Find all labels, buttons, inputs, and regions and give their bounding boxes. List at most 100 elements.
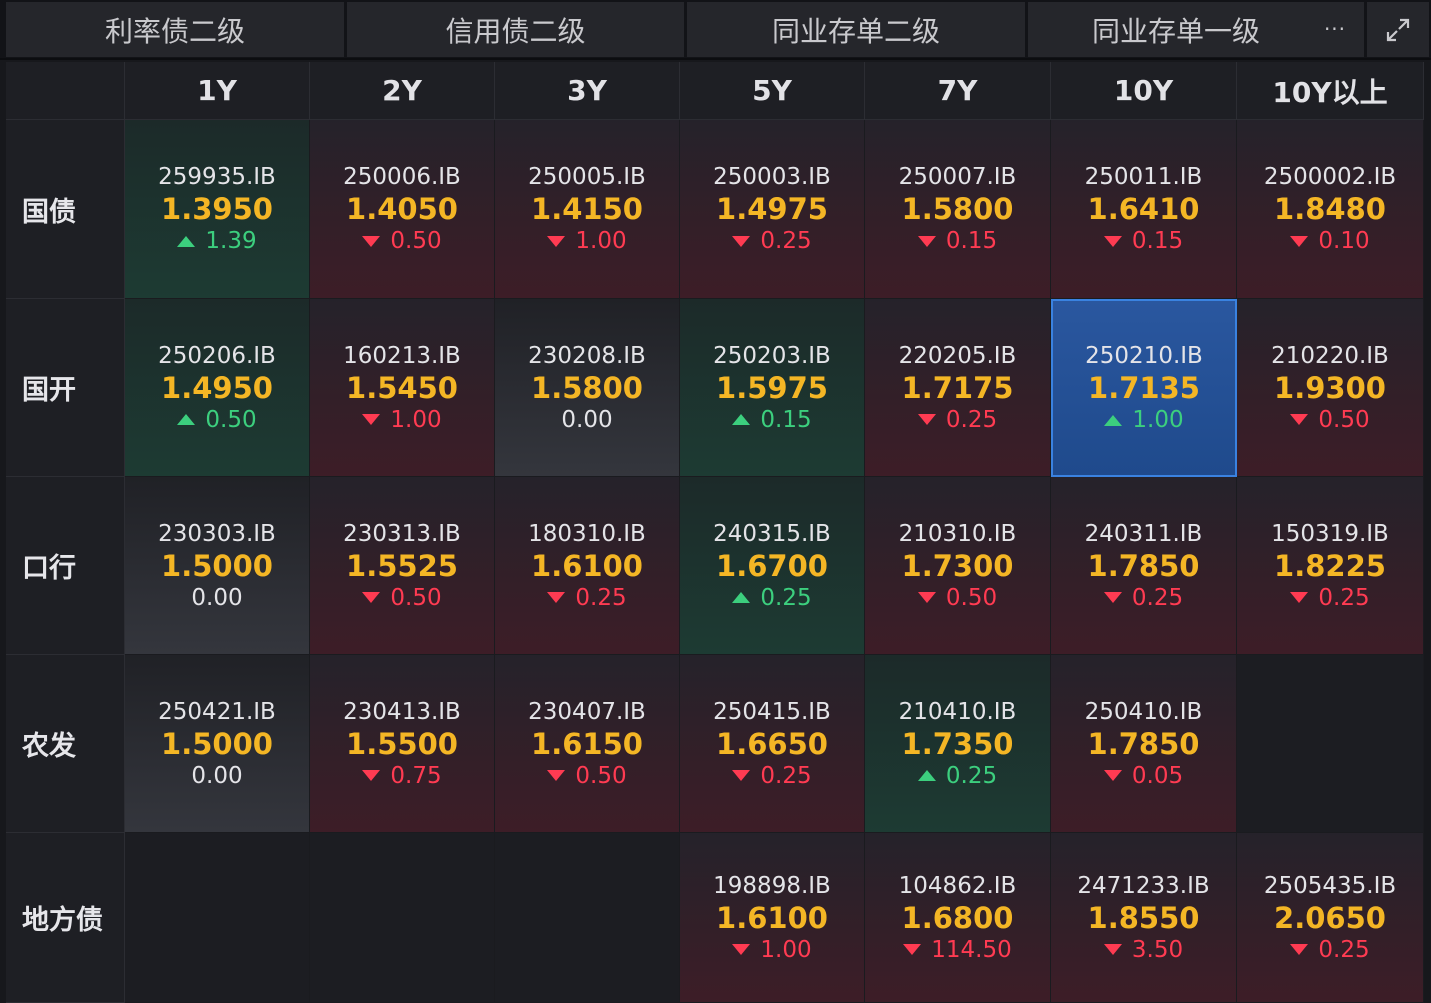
change-amount: 114.50: [931, 936, 1012, 963]
bond-cell[interactable]: 2505435.IB 2.0650 0.25: [1237, 833, 1424, 1003]
change-value: 1.00: [1104, 405, 1184, 435]
change-value: 0.15: [917, 226, 997, 256]
down-triangle-icon: [1103, 592, 1122, 603]
bond-cell[interactable]: 230208.IB 1.5800 0.00: [495, 299, 680, 477]
bond-cell[interactable]: 250206.IB 1.4950 0.50: [125, 299, 310, 477]
down-triangle-icon: [362, 592, 381, 603]
bond-code: 2471233.IB: [1077, 872, 1210, 899]
tab-rate-bond-secondary[interactable]: 利率债二级: [6, 2, 344, 57]
expand-button[interactable]: [1367, 2, 1429, 57]
bond-cell[interactable]: 240311.IB 1.7850 0.25: [1051, 477, 1237, 655]
bond-cell[interactable]: 180310.IB 1.6100 0.25: [495, 477, 680, 655]
bond-cell[interactable]: 250007.IB 1.5800 0.15: [865, 120, 1051, 299]
bond-cell[interactable]: 160213.IB 1.5450 1.00: [310, 299, 495, 477]
yield-value: 1.9300: [1274, 370, 1386, 405]
change-amount: 0.50: [575, 762, 627, 789]
down-triangle-icon: [547, 235, 566, 247]
column-header: 1Y: [125, 62, 310, 120]
bond-cell[interactable]: 250210.IB 1.7135 1.00: [1051, 299, 1237, 477]
bond-cell[interactable]: 250005.IB 1.4150 1.00: [495, 120, 680, 299]
bond-cell[interactable]: 210310.IB 1.7300 0.50: [865, 477, 1051, 655]
bond-cell[interactable]: 230407.IB 1.6150 0.50: [495, 655, 680, 833]
down-triangle-icon: [917, 414, 936, 425]
change-value: 114.50: [903, 935, 1012, 965]
down-triangle-icon: [547, 592, 566, 603]
yield-value: 1.8225: [1274, 548, 1386, 583]
bond-cell[interactable]: 250421.IB 1.5000 0.00: [125, 655, 310, 833]
yield-value: 1.6800: [901, 900, 1014, 935]
down-triangle-icon: [362, 770, 381, 781]
tab-bar: 利率债二级 信用债二级 同业存单二级 同业存单一级 ···: [0, 0, 1431, 60]
bond-code: 259935.IB: [158, 164, 276, 190]
bond-cell[interactable]: 230303.IB 1.5000 0.00: [125, 477, 310, 655]
change-value: 0.50: [1290, 405, 1370, 435]
bond-cell[interactable]: 150319.IB 1.8225 0.25: [1237, 477, 1424, 655]
bond-code: 160213.IB: [343, 342, 461, 369]
bond-cell[interactable]: 2500002.IB 1.8480 0.10: [1237, 120, 1424, 299]
tab-ncd-secondary[interactable]: 同业存单二级: [687, 2, 1025, 57]
column-header: 10Y: [1051, 62, 1237, 120]
down-triangle-icon: [917, 235, 936, 247]
change-amount: 1.00: [390, 406, 442, 433]
bond-cell[interactable]: 250415.IB 1.6650 0.25: [680, 655, 865, 833]
bond-code: 230303.IB: [158, 520, 276, 547]
bond-cell[interactable]: 220205.IB 1.7175 0.25: [865, 299, 1051, 477]
change-value: 0.50: [177, 405, 257, 435]
bond-cell[interactable]: 230313.IB 1.5525 0.50: [310, 477, 495, 655]
change-amount: 0.25: [1131, 584, 1184, 611]
change-amount: 0.25: [760, 762, 812, 789]
yield-value: 1.5800: [531, 370, 643, 405]
yield-value: 1.6700: [716, 548, 828, 583]
tab-ncd-primary[interactable]: 同业存单一级: [1028, 2, 1364, 57]
bond-cell[interactable]: 230413.IB 1.5500 0.75: [310, 655, 495, 833]
change-value: 0.25: [1103, 583, 1184, 613]
more-icon[interactable]: ···: [1322, 16, 1348, 42]
yield-value: 1.4950: [161, 370, 273, 405]
yield-value: 1.5525: [346, 548, 458, 583]
bond-cell[interactable]: 250003.IB 1.4975 0.25: [680, 120, 865, 299]
bond-code: 250421.IB: [158, 698, 276, 725]
bond-cell[interactable]: 2471233.IB 1.8550 3.50: [1051, 833, 1237, 1003]
change-amount: 0.00: [191, 584, 243, 611]
up-triangle-icon: [1104, 414, 1123, 426]
tab-credit-bond-secondary[interactable]: 信用债二级: [347, 2, 684, 57]
row-label: 农发: [6, 655, 125, 833]
bond-code: 104862.IB: [898, 872, 1017, 899]
change-amount: 0.25: [1318, 936, 1370, 963]
bond-cell[interactable]: 104862.IB 1.6800 114.50: [865, 833, 1051, 1003]
bond-code: 250210.IB: [1085, 343, 1203, 369]
change-value: 0.25: [732, 583, 812, 613]
change-amount: 0.50: [390, 228, 442, 254]
change-amount: 0.25: [945, 762, 998, 789]
row-label: 口行: [6, 477, 125, 655]
up-triangle-icon: [917, 770, 936, 781]
bond-code: 250007.IB: [898, 164, 1017, 190]
change-value: 0.50: [362, 226, 442, 256]
change-amount: 0.75: [390, 762, 442, 789]
bond-code: 250410.IB: [1084, 698, 1203, 725]
up-triangle-icon: [732, 592, 751, 603]
down-triangle-icon: [1103, 770, 1122, 781]
down-triangle-icon: [1103, 944, 1122, 955]
bond-code: 180310.IB: [528, 520, 646, 547]
change-value: 1.00: [362, 405, 442, 435]
yield-value: 1.7850: [1087, 726, 1200, 761]
change-value: 0.00: [191, 583, 242, 613]
bond-cell[interactable]: 210410.IB 1.7350 0.25: [865, 655, 1051, 833]
change-amount: 0.50: [390, 584, 442, 611]
bond-cell[interactable]: 250011.IB 1.6410 0.15: [1051, 120, 1237, 299]
bond-cell[interactable]: 250203.IB 1.5975 0.15: [680, 299, 865, 477]
change-value: 0.50: [547, 761, 627, 791]
change-value: 0.75: [362, 761, 442, 791]
bond-cell[interactable]: 250006.IB 1.4050 0.50: [310, 120, 495, 299]
bond-cell[interactable]: 240315.IB 1.6700 0.25: [680, 477, 865, 655]
bond-code: 150319.IB: [1271, 520, 1389, 547]
bond-cell[interactable]: 198898.IB 1.6100 1.00: [680, 833, 865, 1003]
bond-cell[interactable]: 250410.IB 1.7850 0.05: [1051, 655, 1237, 833]
change-value: 0.00: [191, 761, 242, 791]
yield-value: 1.8550: [1087, 900, 1200, 935]
change-amount: 3.50: [1131, 936, 1184, 963]
bond-cell[interactable]: 210220.IB 1.9300 0.50: [1237, 299, 1424, 477]
bond-cell[interactable]: 259935.IB 1.3950 1.39: [125, 120, 310, 299]
change-value: 0.25: [732, 226, 812, 256]
